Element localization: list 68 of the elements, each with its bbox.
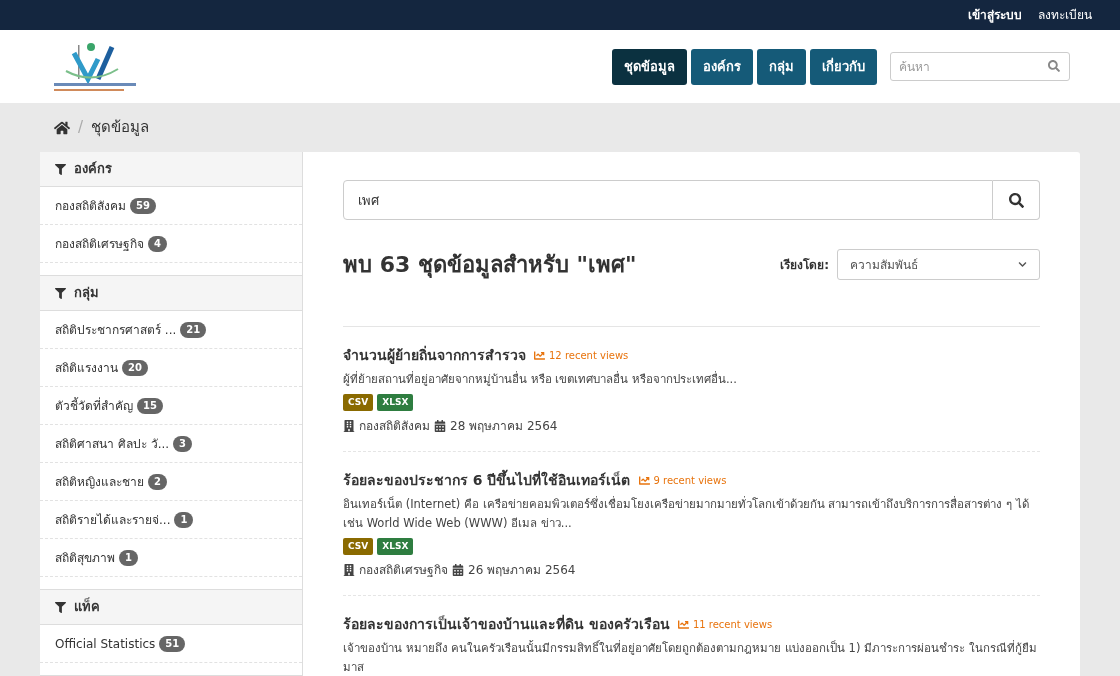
dataset-title[interactable]: จำนวนผู้ย้ายถิ่นจากการสำรวจ (343, 345, 526, 366)
organization-name: กองสถิติเศรษฐกิจ (359, 562, 448, 579)
count-badge: 3 (173, 435, 193, 452)
search-icon (1008, 192, 1024, 208)
chart-line-icon (534, 350, 545, 361)
dataset-description: ผู้ที่ย้ายสถานที่อยู่อาศัยจากหมู่บ้านอื่น หรือ เขตเทศบาลอื่น หรือจากประเทศอื่น... (343, 370, 738, 388)
filter-icon (55, 163, 66, 175)
account-link[interactable]: ลงทะเบียน (1038, 6, 1092, 24)
count-badge: 15 (137, 397, 163, 414)
facet-item[interactable]: สถิติแรงงาน 20 (40, 349, 302, 387)
chart-line-icon (677, 619, 689, 630)
search-icon[interactable] (1048, 60, 1060, 72)
nav-tab[interactable]: องค์กร (691, 48, 753, 85)
chart-line-icon (638, 475, 650, 486)
count-badge: 20 (122, 359, 148, 376)
format-tag[interactable]: XLSX (377, 538, 414, 555)
dataset-date: 26 พฤษภาคม 2564 (468, 562, 576, 579)
filter-icon (55, 287, 66, 299)
chevron-icon (1018, 260, 1027, 269)
nav-tab[interactable]: ชุดข้อมูล (612, 48, 687, 85)
count-badge: 4 (148, 235, 167, 252)
facet-item[interactable]: สถิติประชากรศาสตร์ ... 21 (40, 311, 302, 349)
count-badge: 1 (119, 549, 138, 566)
calendar-icon (434, 420, 446, 432)
filter-icon (55, 601, 66, 613)
facet-item[interactable]: สถิติหญิงและชาย 2 (40, 463, 302, 501)
format-tag[interactable]: CSV (343, 394, 374, 411)
facet-item[interactable]: สถิติรายได้และรายจ่... 1 (40, 501, 302, 539)
recent-views: 12 recent views (534, 348, 629, 363)
calendar-icon (452, 564, 464, 576)
format-tag[interactable]: CSV (343, 538, 374, 555)
facet-title: กลุ่ม (74, 284, 99, 303)
home-icon[interactable] (54, 119, 70, 136)
recent-views: 11 recent views (677, 617, 773, 632)
count-badge: 51 (159, 635, 186, 652)
facet-item[interactable]: สถิติสุขภาพ 1 (40, 539, 302, 577)
count-badge: 59 (130, 197, 156, 214)
facet-item[interactable]: กองสถิติเศรษฐกิจ 4 (40, 225, 302, 263)
account-link[interactable]: เข้าสู่ระบบ (968, 6, 1022, 24)
sort-label: เรียงโดย: (780, 256, 829, 274)
facet-item[interactable]: สถิติศาสนา ศิลปะ วั... 3 (40, 425, 302, 463)
search-field[interactable]: เพศ (343, 180, 993, 220)
recent-views: 9 recent views (638, 473, 727, 488)
dataset-title[interactable]: ร้อยละของประชากร 6 ปีขึ้นไปที่ใช้อินเทอร์เน็ต (343, 470, 631, 491)
count-badge: 1 (174, 511, 194, 528)
sort-select[interactable]: ความสัมพันธ์ (837, 249, 1040, 280)
building-icon (343, 564, 355, 576)
header-search-field[interactable]: ค้นหา (890, 52, 1070, 81)
organization-name: กองสถิติสังคม (359, 418, 430, 435)
dataset-title[interactable]: ร้อยละของการเป็นเจ้าของบ้านและที่ดิน ของครัวเรือน (343, 614, 670, 635)
dataset-description: เจ้าของบ้าน หมายถึง คนในครัวเรือนนั้นมีกรรมสิทธิ์ในที่อยู่อาศัยโดยถูกต้องตามกฎหมาย แบ่งออกเป็น 1) มีภาระการผ่อนชำระ ในกรณีที่กู้ยืมมาส (343, 639, 1038, 676)
count-badge: 2 (148, 473, 167, 490)
breadcrumb-link[interactable]: ชุดข้อมูล (91, 116, 150, 139)
count-badge: 21 (180, 321, 207, 338)
building-icon (343, 420, 355, 432)
facet-item[interactable]: Official Statistics 51 (40, 625, 302, 663)
search-button[interactable] (993, 180, 1040, 220)
facet-title: องค์กร (74, 160, 112, 179)
breadcrumb-separator: / (78, 117, 84, 139)
facet-title: แท็ค (74, 597, 100, 617)
format-tag[interactable]: XLSX (377, 394, 414, 411)
facet-item[interactable]: กองสถิติสังคม 59 (40, 187, 302, 225)
dataset-date: 28 พฤษภาคม 2564 (450, 418, 558, 435)
nav-tab[interactable]: เกี่ยวกับ (810, 48, 877, 85)
facet-item[interactable]: ตัวชี้วัดที่สำคัญ 15 (40, 387, 302, 425)
dataset-description: อินเทอร์เน็ต (Internet) คือ เครือข่ายคอมพิวเตอร์ซึ่งเชื่อมโยงเครือข่ายมากมายทั่วโลกเข้าด้วยกัน สามารถเข้าถึงบริการการสื่อสารต่าง ๆ ได้ เช่น World Wide Web (WWW) อีเมล ข่าว... (343, 495, 1030, 532)
nav-tab[interactable]: กลุ่ม (757, 48, 806, 85)
result-heading: พบ 63 ชุดข้อมูลสำหรับ "เพศ" (343, 251, 638, 281)
